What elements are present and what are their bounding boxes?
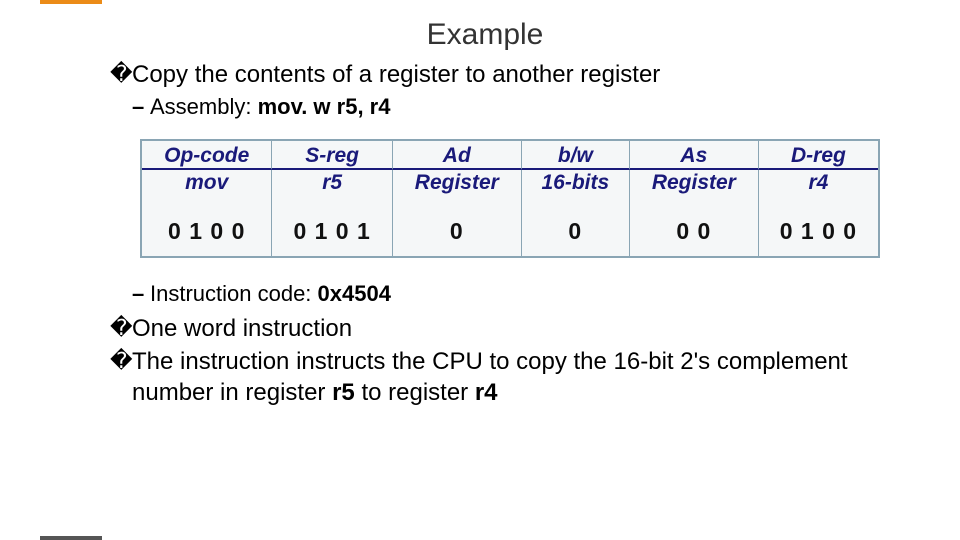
val-dreg: 0 1 0 0 [759, 203, 878, 256]
subbullet-text: Instruction code: 0x4504 [150, 280, 910, 308]
code-assembly: mov. w r5, r4 [258, 94, 391, 119]
sub-bw: 16-bits [522, 170, 630, 203]
bullet-one-word: � One word instruction [110, 314, 910, 345]
th-as: As [630, 141, 759, 170]
bullet-text: One word instruction [132, 314, 910, 345]
label-assembly: Assembly: [150, 94, 258, 119]
bullet-copy-register: � Copy the contents of a register to ano… [110, 60, 910, 91]
subbullet-text: Assembly: mov. w r5, r4 [150, 93, 910, 121]
subbullet-assembly: – Assembly: mov. w r5, r4 [132, 93, 910, 121]
slide-content: � Copy the contents of a register to ano… [110, 60, 910, 409]
code-hex: 0x4504 [318, 281, 391, 306]
table-sub-row: mov r5 Register 16-bits Register r4 [142, 170, 878, 203]
encoding-table-wrap: Op-code S-reg Ad b/w As D-reg mov r5 Reg… [140, 139, 910, 258]
bullet-icon: � [110, 347, 132, 375]
bullet-icon: � [110, 314, 132, 342]
table-header-row: Op-code S-reg Ad b/w As D-reg [142, 141, 878, 170]
th-bw: b/w [522, 141, 630, 170]
reg-dst: r4 [475, 379, 498, 406]
encoding-table: Op-code S-reg Ad b/w As D-reg mov r5 Reg… [140, 139, 880, 258]
dash-icon: – [132, 280, 150, 308]
subbullet-instrcode: – Instruction code: 0x4504 [132, 280, 910, 308]
sub-sreg: r5 [272, 170, 392, 203]
val-as: 0 0 [630, 203, 759, 256]
th-dreg: D-reg [759, 141, 878, 170]
bullet-text: The instruction instructs the CPU to cop… [132, 347, 910, 408]
bullet-cpu-copy: � The instruction instructs the CPU to c… [110, 347, 910, 408]
slide-title: Example [40, 18, 930, 52]
th-sreg: S-reg [272, 141, 392, 170]
th-ad: Ad [393, 141, 522, 170]
val-opcode: 0 1 0 0 [142, 203, 272, 256]
slide: Example � Copy the contents of a registe… [0, 0, 960, 540]
dash-icon: – [132, 93, 150, 121]
accent-bar-top [40, 0, 102, 4]
reg-src: r5 [332, 379, 355, 406]
th-opcode: Op-code [142, 141, 272, 170]
table-value-row: 0 1 0 0 0 1 0 1 0 0 0 0 0 1 0 0 [142, 203, 878, 256]
sub-opcode: mov [142, 170, 272, 203]
label-instrcode: Instruction code: [150, 281, 318, 306]
sub-ad: Register [393, 170, 522, 203]
val-ad: 0 [393, 203, 522, 256]
bullet-text: Copy the contents of a register to anoth… [132, 60, 910, 91]
sub-as: Register [630, 170, 759, 203]
val-sreg: 0 1 0 1 [272, 203, 392, 256]
accent-bar-bottom [40, 536, 102, 540]
val-bw: 0 [522, 203, 630, 256]
text-mid: to register [355, 379, 475, 406]
sub-dreg: r4 [759, 170, 878, 203]
bullet-icon: � [110, 60, 132, 88]
